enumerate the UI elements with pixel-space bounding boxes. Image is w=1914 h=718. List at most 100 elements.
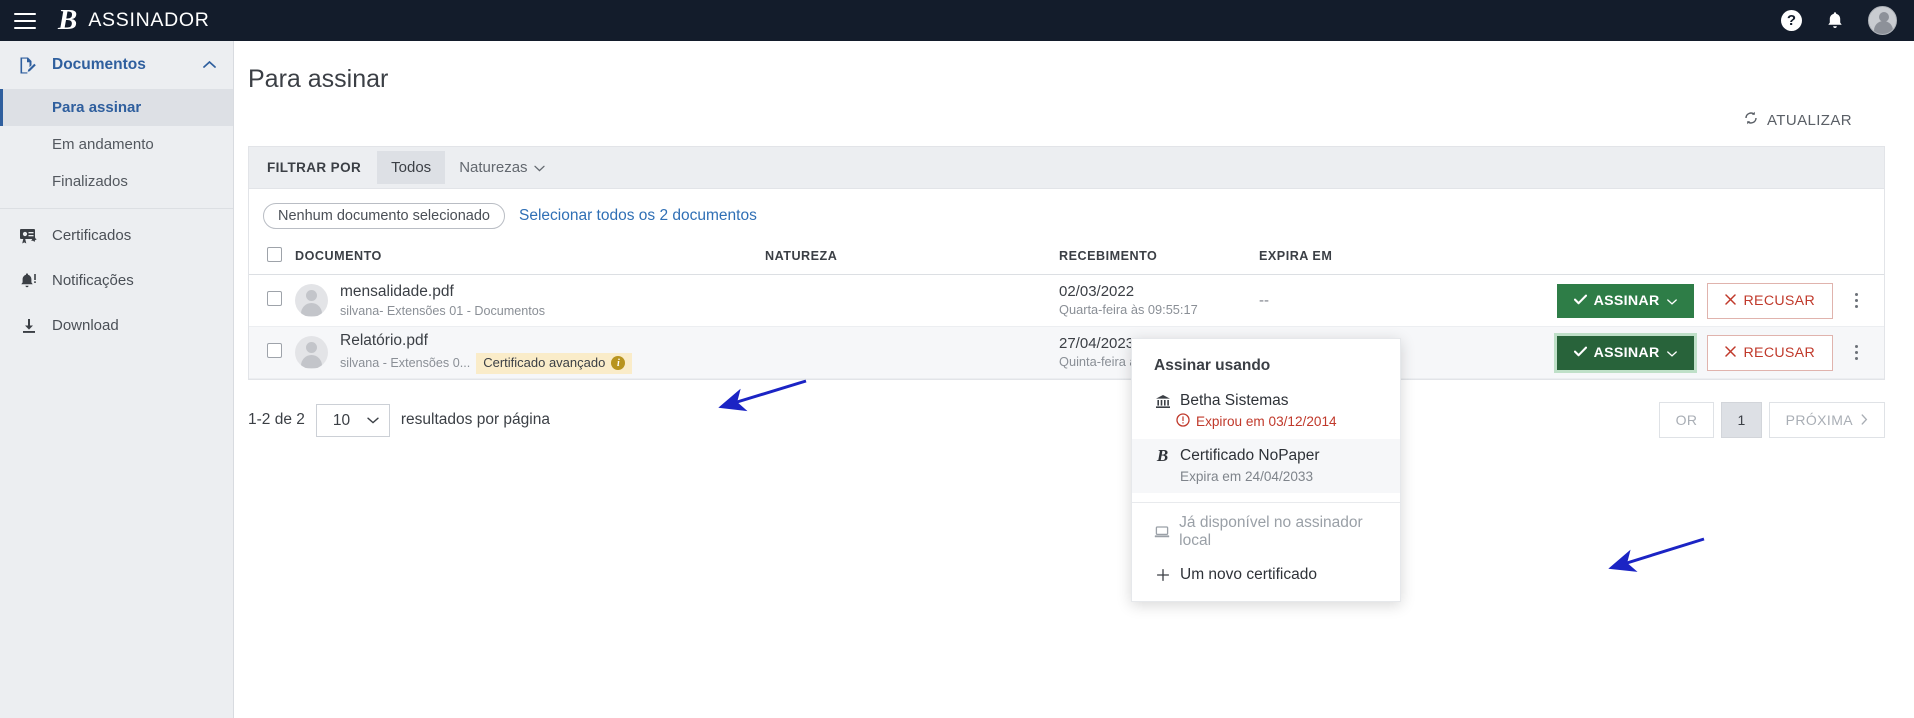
refresh-button[interactable]: ATUALIZAR <box>1743 110 1852 130</box>
sidebar-item-label: Em andamento <box>52 136 154 153</box>
column-header-expira-em: EXPIRA EM <box>1259 241 1419 275</box>
main-content: Para assinar ATUALIZAR FILTRAR POR Todos <box>234 41 1914 718</box>
documents-card: FILTRAR POR Todos Naturezas Nenhum docum… <box>248 146 1885 380</box>
sidebar-item-label: Para assinar <box>52 99 141 116</box>
hamburger-icon[interactable] <box>14 13 36 29</box>
table-row[interactable]: Relatório.pdf silvana - Extensões 0... C… <box>249 327 1884 379</box>
refresh-label: ATUALIZAR <box>1767 112 1852 129</box>
sidebar-divider <box>0 208 233 209</box>
select-all-checkbox-cell <box>249 241 295 275</box>
document-name: Relatório.pdf <box>340 331 632 350</box>
app-root: B ASSINADOR ? Documen <box>0 0 1914 718</box>
page-title: Para assinar <box>234 41 1914 94</box>
sidebar-item-label: Certificados <box>52 227 131 244</box>
bell-icon[interactable] <box>1825 10 1845 31</box>
sidebar-item-download[interactable]: Download <box>0 303 233 348</box>
sign-button-label: ASSINAR <box>1594 293 1660 309</box>
menu-item-betha-sistemas[interactable]: Betha Sistemas Expirou em 03/12/2014 <box>1132 385 1400 439</box>
close-icon <box>1725 345 1736 361</box>
filter-dropdown-naturezas[interactable]: Naturezas <box>445 151 558 184</box>
menu-item-novo-certificado[interactable]: Um novo certificado <box>1132 559 1400 593</box>
row-checkbox-cell <box>249 327 295 379</box>
document-edit-icon <box>18 56 39 75</box>
avatar <box>295 336 328 369</box>
sidebar-group-label: Documentos <box>52 56 146 74</box>
chevron-down-icon <box>1667 345 1677 361</box>
sign-using-menu: Assinar usando Betha Sistemas <box>1131 338 1401 602</box>
avatar[interactable] <box>1868 6 1897 35</box>
filter-tab-todos[interactable]: Todos <box>377 151 445 184</box>
per-page-select[interactable]: 10 25 50 100 <box>316 404 390 437</box>
previous-page-button[interactable]: OR <box>1659 402 1715 438</box>
sidebar-item-em-andamento[interactable]: Em andamento <box>0 126 233 163</box>
row-checkbox[interactable] <box>267 343 282 358</box>
sidebar-item-para-assinar[interactable]: Para assinar <box>0 89 233 126</box>
laptop-icon <box>1154 525 1170 539</box>
advanced-certificate-label: Certificado avançado <box>483 355 605 372</box>
previous-page-label: OR <box>1676 412 1698 428</box>
alert-circle-icon <box>1176 413 1190 430</box>
next-page-label: PRÓXIMA <box>1786 412 1853 428</box>
row-natureza-cell <box>765 327 1059 379</box>
sign-button[interactable]: ASSINAR <box>1557 284 1694 318</box>
table-header-row: DOCUMENTO NATUREZA RECEBIMENTO EXPIRA EM <box>249 241 1884 275</box>
next-page-button[interactable]: PRÓXIMA <box>1769 402 1885 438</box>
sidebar-item-finalizados[interactable]: Finalizados <box>0 163 233 200</box>
select-all-checkbox[interactable] <box>267 247 282 262</box>
menu-item-label: Um novo certificado <box>1180 566 1317 584</box>
sidebar: Documentos Para assinar Em andamento Fin… <box>0 41 234 718</box>
per-page-label: resultados por página <box>401 411 550 429</box>
plus-icon <box>1154 568 1171 582</box>
refresh-icon <box>1743 110 1759 130</box>
table-head: DOCUMENTO NATUREZA RECEBIMENTO EXPIRA EM <box>249 241 1884 275</box>
column-header-recebimento: RECEBIMENTO <box>1059 241 1259 275</box>
help-icon[interactable]: ? <box>1781 10 1802 31</box>
select-all-link[interactable]: Selecionar todos os 2 documentos <box>519 207 757 225</box>
menu-divider <box>1132 502 1400 503</box>
refuse-button-label: RECUSAR <box>1744 293 1815 309</box>
refuse-button[interactable]: RECUSAR <box>1707 283 1833 319</box>
row-more-options-icon[interactable] <box>1846 341 1866 364</box>
document-owner: silvana - Extensões 0... <box>340 355 470 371</box>
sign-button[interactable]: ASSINAR <box>1557 336 1694 370</box>
row-recebimento-cell: 02/03/2022 Quarta-feira às 09:55:17 <box>1059 275 1259 327</box>
download-icon <box>18 317 39 335</box>
refuse-button[interactable]: RECUSAR <box>1707 335 1833 371</box>
page-number-button[interactable]: 1 <box>1721 402 1761 438</box>
sidebar-group-documentos[interactable]: Documentos <box>0 41 233 89</box>
avatar <box>295 284 328 317</box>
info-icon[interactable]: i <box>611 356 625 370</box>
row-expira-cell: -- <box>1259 275 1419 327</box>
menu-item-certificado-nopaper[interactable]: B Certificado NoPaper Expira em 24/04/20… <box>1132 439 1400 493</box>
chevron-down-icon <box>534 159 545 176</box>
menu-item-sub-label: Expirou em 03/12/2014 <box>1196 414 1337 429</box>
refuse-button-label: RECUSAR <box>1744 345 1815 361</box>
chevron-down-icon <box>1667 293 1677 309</box>
selection-bar: Nenhum documento selecionado Selecionar … <box>249 189 1884 241</box>
menu-item-expiry-status: Expira em 24/04/2033 <box>1154 469 1388 484</box>
row-actions-cell: ASSINAR <box>1419 275 1884 327</box>
pager: OR 1 PRÓXIMA <box>1659 402 1885 438</box>
menu-item-label: Betha Sistemas <box>1180 392 1289 410</box>
table-row[interactable]: mensalidade.pdf silvana- Extensões 01 - … <box>249 275 1884 327</box>
top-bar: B ASSINADOR ? <box>0 0 1914 41</box>
result-range: 1-2 de 2 <box>248 411 305 429</box>
brand-logo-icon: B <box>58 6 77 35</box>
filter-naturezas-label: Naturezas <box>459 159 527 176</box>
sidebar-item-notificacoes[interactable]: Notificações <box>0 258 233 303</box>
sidebar-item-label: Notificações <box>52 272 134 289</box>
menu-item-expired-status: Expirou em 03/12/2014 <box>1154 413 1388 430</box>
betha-b-icon: B <box>1154 446 1171 466</box>
brand: B ASSINADOR <box>58 6 210 35</box>
bank-icon <box>1154 394 1171 409</box>
sidebar-subnav: Para assinar Em andamento Finalizados <box>0 89 233 200</box>
menu-item-assinador-local: Já disponível no assinador local <box>1132 507 1400 559</box>
row-checkbox[interactable] <box>267 291 282 306</box>
certificate-icon <box>18 227 39 245</box>
document-name: mensalidade.pdf <box>340 282 545 301</box>
chevron-right-icon <box>1861 412 1868 428</box>
sidebar-item-label: Finalizados <box>52 173 128 190</box>
row-more-options-icon[interactable] <box>1846 289 1866 312</box>
sidebar-item-certificados[interactable]: Certificados <box>0 213 233 258</box>
column-header-documento: DOCUMENTO <box>295 241 765 275</box>
